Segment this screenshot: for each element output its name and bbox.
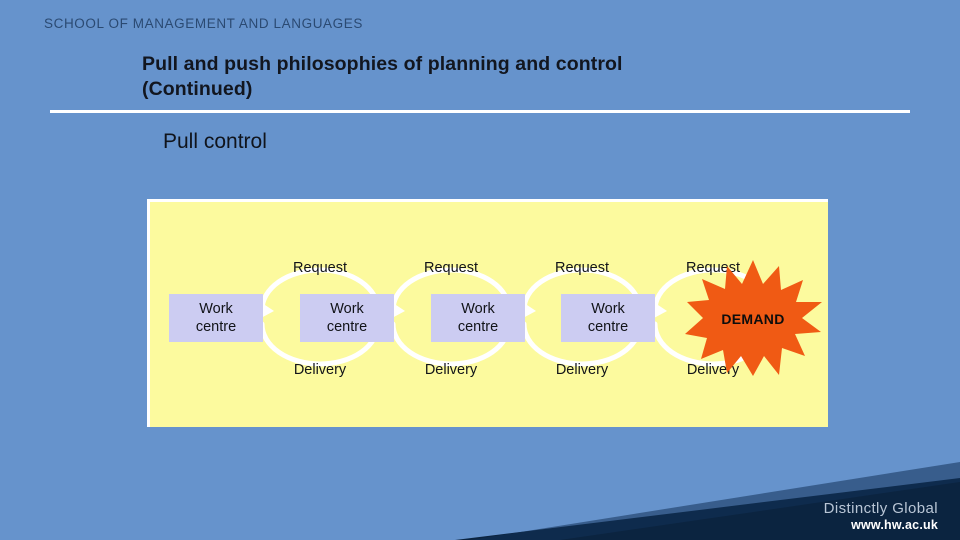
work-centre-label-line-2: centre [457, 319, 499, 335]
work-centre-label-line-1: Work [330, 301, 364, 317]
request-label: Request [423, 260, 478, 276]
title-divider [50, 110, 910, 113]
work-centre-box: Work centre [561, 294, 655, 342]
demand-label: DEMAND [721, 311, 785, 327]
delivery-label: Delivery [424, 362, 478, 378]
page-title-line-2: (Continued) [142, 78, 253, 100]
school-label: SCHOOL OF MANAGEMENT AND LANGUAGES [44, 16, 363, 31]
section-heading: Pull control [163, 130, 267, 153]
work-centre-label-line-1: Work [591, 301, 625, 317]
work-centre-label-line-1: Work [461, 301, 495, 317]
request-arrowhead-4 [654, 303, 667, 318]
work-centre-box: Work centre [300, 294, 394, 342]
page-title: Pull and push philosophies of planning a… [142, 52, 872, 102]
page-title-line-1: Pull and push philosophies of planning a… [142, 53, 623, 75]
slide-canvas: SCHOOL OF MANAGEMENT AND LANGUAGES Pull … [0, 0, 960, 540]
work-centre-label-line-2: centre [587, 319, 629, 335]
brand-tagline: Distinctly Global [823, 500, 938, 517]
work-centre-label-line-1: Work [199, 301, 233, 317]
work-centre-box: Work centre [169, 294, 263, 342]
request-label: Request [292, 260, 347, 276]
work-centre-label-line-2: centre [326, 319, 368, 335]
work-centre-box: Work centre [431, 294, 525, 342]
brand-url: www.hw.ac.uk [851, 518, 938, 532]
delivery-label: Delivery [293, 362, 347, 378]
delivery-label: Delivery [555, 362, 609, 378]
request-label: Request [554, 260, 609, 276]
work-centre-label-line-2: centre [195, 319, 237, 335]
